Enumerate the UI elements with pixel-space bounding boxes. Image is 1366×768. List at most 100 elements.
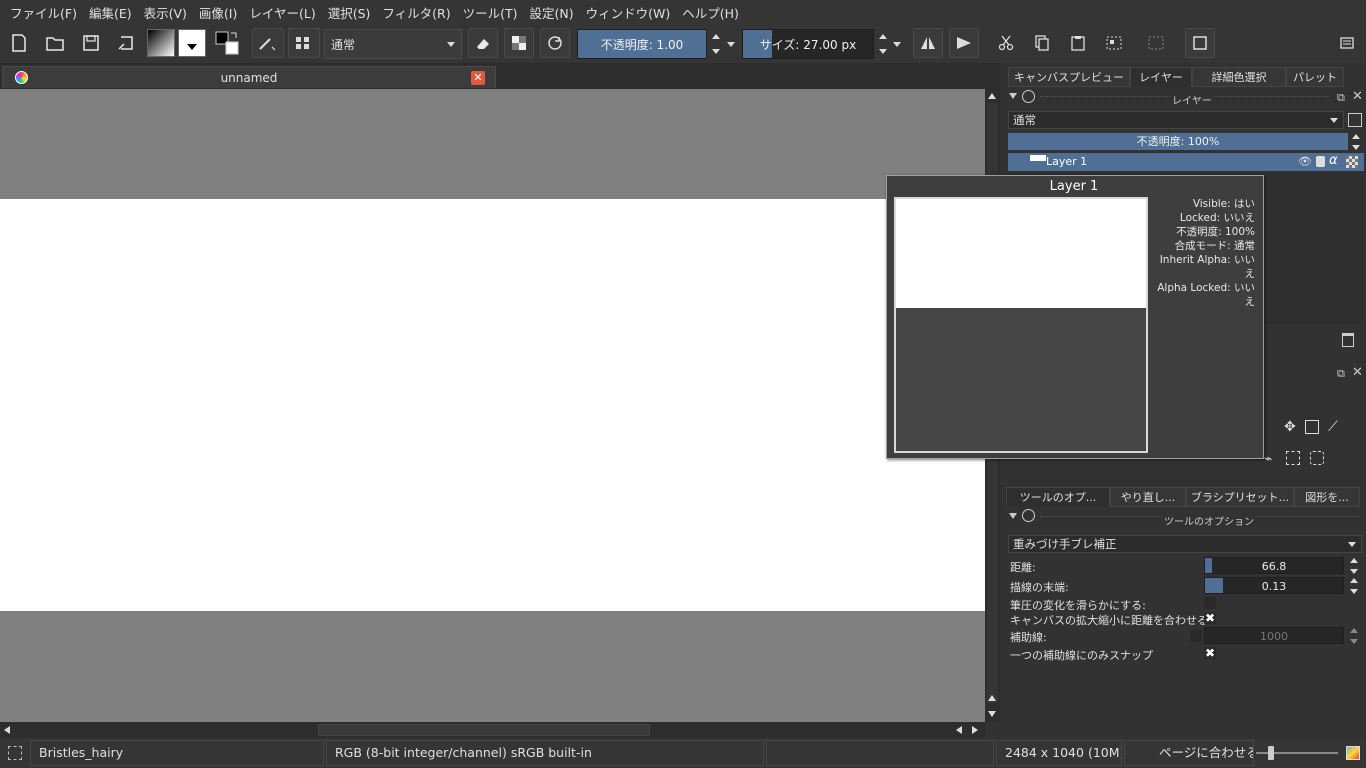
lock-icon[interactable] xyxy=(1316,156,1325,167)
alpha-icon[interactable] xyxy=(504,28,534,58)
menu-select[interactable]: 選択(S) xyxy=(322,3,377,22)
close-icon[interactable]: ✕ xyxy=(1352,89,1363,104)
close-icon[interactable]: ✕ xyxy=(471,71,485,85)
menu-window[interactable]: ウィンドウ(W) xyxy=(580,3,677,22)
tab-layers[interactable]: レイヤー xyxy=(1130,67,1192,87)
blend-mode-select[interactable]: 通常 xyxy=(324,29,462,59)
cut-icon[interactable] xyxy=(991,28,1021,58)
brush-icon[interactable] xyxy=(252,28,284,58)
canvas-area[interactable] xyxy=(0,89,985,722)
brush-preset-icon[interactable] xyxy=(288,28,320,58)
collapse-icon[interactable] xyxy=(1009,93,1017,99)
opacity-dropdown[interactable] xyxy=(723,29,739,59)
menu-view[interactable]: 表示(V) xyxy=(138,3,193,22)
transform-tool-icon[interactable] xyxy=(1305,420,1319,434)
stroke-end-slider[interactable]: 0.13 xyxy=(1204,577,1344,594)
tab-brush-presets[interactable]: ブラシプリセット... xyxy=(1186,487,1294,507)
close-icon[interactable]: ✕ xyxy=(1352,365,1363,380)
horizontal-scrollbar[interactable] xyxy=(0,722,985,738)
tab-advanced-color[interactable]: 詳細色選択 xyxy=(1192,67,1286,87)
select-icon[interactable] xyxy=(1099,28,1129,58)
deselect-icon[interactable] xyxy=(1141,28,1171,58)
layer-row[interactable]: Layer 1 👁 α xyxy=(1008,153,1364,171)
fullscreen-icon[interactable] xyxy=(1185,28,1215,58)
scroll-up-icon[interactable] xyxy=(988,93,996,99)
measure-tool-icon[interactable]: ⟋ xyxy=(1328,419,1338,435)
document-tab[interactable]: unnamed ✕ xyxy=(2,66,496,88)
docker-menu-icon[interactable] xyxy=(1332,28,1362,58)
similar-select-icon[interactable] xyxy=(1286,451,1300,465)
menu-layer[interactable]: レイヤー(L) xyxy=(243,3,321,22)
scroll-up-icon[interactable] xyxy=(988,695,996,701)
smoothing-mode-select[interactable]: 重みづけ手ブレ補正 xyxy=(1008,535,1362,553)
open-icon[interactable] xyxy=(40,28,70,58)
trash-icon[interactable] xyxy=(1342,333,1354,347)
stroke-end-spin[interactable] xyxy=(1348,578,1360,594)
save-as-icon[interactable] xyxy=(111,28,141,58)
scroll-right-icon[interactable] xyxy=(972,726,978,734)
snap-single-checkbox[interactable]: ✖ xyxy=(1204,647,1216,659)
menu-filter[interactable]: フィルタ(R) xyxy=(376,3,456,22)
menu-tools[interactable]: ツール(T) xyxy=(457,3,524,22)
assistant-slider[interactable]: 1000 xyxy=(1204,627,1344,644)
menu-image[interactable]: 画像(I) xyxy=(193,3,243,22)
assistant-checkbox[interactable] xyxy=(1190,630,1202,642)
status-zoom-mode[interactable]: ページに合わせる xyxy=(1124,740,1254,766)
horizontal-scroll-thumb[interactable] xyxy=(318,724,650,736)
tab-tool-options[interactable]: ツールのオプ... xyxy=(1006,487,1110,507)
zoom-slider-handle[interactable] xyxy=(1268,746,1274,760)
status-bar: Bristles_hairy RGB (8-bit integer/channe… xyxy=(0,738,1366,768)
scroll-left-icon[interactable] xyxy=(4,726,10,734)
paste-icon[interactable] xyxy=(1063,28,1093,58)
menu-settings[interactable]: 設定(N) xyxy=(524,3,580,22)
save-icon[interactable] xyxy=(76,28,106,58)
scroll-left-icon[interactable] xyxy=(956,726,962,734)
layer-blend-mode-select[interactable]: 通常 xyxy=(1008,111,1344,129)
eye-icon[interactable]: 👁 xyxy=(1298,155,1312,168)
assistant-spin[interactable] xyxy=(1348,628,1360,644)
checker-icon[interactable] xyxy=(1346,156,1358,168)
menu-edit[interactable]: 編集(E) xyxy=(83,3,138,22)
distance-slider[interactable]: 66.8 xyxy=(1204,557,1344,574)
selection-icon[interactable] xyxy=(8,746,22,760)
pattern-icon[interactable] xyxy=(178,29,206,57)
blend-mode-value: 通常 xyxy=(331,37,356,52)
lock-docker-icon[interactable] xyxy=(1022,509,1035,522)
alpha-lock-icon[interactable]: α xyxy=(1329,153,1338,168)
scale-distance-checkbox[interactable]: ✖ xyxy=(1204,612,1216,624)
mirror-horizontal-icon[interactable] xyxy=(913,28,943,58)
opacity-spin[interactable] xyxy=(708,29,724,59)
new-document-icon[interactable] xyxy=(4,28,34,58)
tab-canvas-preview[interactable]: キャンバスプレビュー xyxy=(1008,67,1130,87)
canvas-paper[interactable] xyxy=(0,199,985,611)
magic-wand-icon[interactable]: ⌁ xyxy=(1264,451,1272,467)
copy-icon[interactable] xyxy=(1027,28,1057,58)
size-dropdown[interactable] xyxy=(889,29,905,59)
gradient-icon[interactable] xyxy=(147,29,175,57)
tab-shapes[interactable]: 図形を... xyxy=(1294,487,1360,507)
status-color-space: RGB (8-bit integer/channel) sRGB built-i… xyxy=(326,740,764,766)
smooth-pressure-checkbox[interactable] xyxy=(1204,597,1216,609)
layer-opacity-slider[interactable]: 不透明度: 100% xyxy=(1008,133,1348,150)
bezier-select-icon[interactable] xyxy=(1310,451,1324,465)
menu-file[interactable]: ファイル(F) xyxy=(4,3,83,22)
mirror-vertical-icon[interactable] xyxy=(949,28,979,58)
opacity-slider[interactable]: 不透明度: 1.00 xyxy=(577,29,707,59)
foreground-background-icon[interactable] xyxy=(212,28,242,58)
float-icon[interactable]: ⧉ xyxy=(1337,367,1345,381)
layer-opacity-spin[interactable] xyxy=(1350,134,1362,150)
collapse-icon[interactable] xyxy=(1009,513,1017,519)
distance-spin[interactable] xyxy=(1348,558,1360,574)
size-slider[interactable]: サイズ: 27.00 px xyxy=(742,29,874,59)
tab-undo-history[interactable]: やり直し... xyxy=(1110,487,1186,507)
scroll-down-icon[interactable] xyxy=(988,711,996,717)
reload-icon[interactable] xyxy=(540,28,570,58)
eraser-icon[interactable] xyxy=(468,28,498,58)
move-tool-icon[interactable]: ✥ xyxy=(1284,419,1296,435)
lock-docker-icon[interactable] xyxy=(1022,90,1035,103)
menu-help[interactable]: ヘルプ(H) xyxy=(676,3,745,22)
layer-thumbnail xyxy=(1030,155,1046,161)
layer-options-icon[interactable] xyxy=(1348,113,1362,127)
float-icon[interactable]: ⧉ xyxy=(1337,91,1345,105)
tab-palette[interactable]: パレット xyxy=(1286,67,1344,87)
